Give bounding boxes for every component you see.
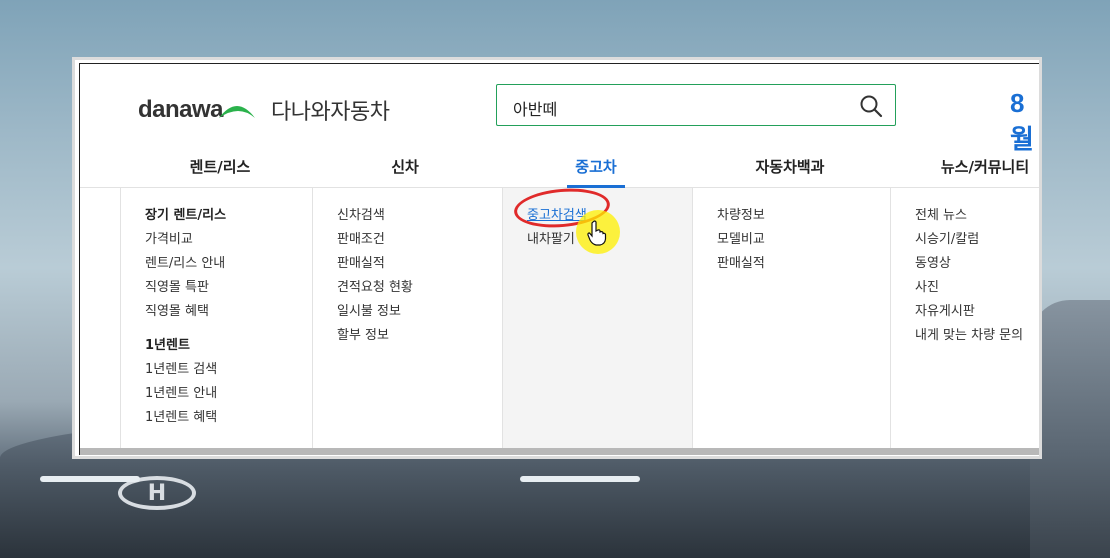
menu-column-encyclopedia: 차량정보 모델비교 판매실적 xyxy=(692,188,890,448)
menu-link[interactable]: 전체 뉴스 xyxy=(915,204,1039,228)
search-input[interactable]: 아반떼 xyxy=(513,96,557,120)
menu-link[interactable]: 렌트/리스 안내 xyxy=(145,252,312,276)
menu-column-rent: 장기 렌트/리스 가격비교 렌트/리스 안내 직영몰 특판 직영몰 혜택 1년렌… xyxy=(120,188,312,448)
menu-link[interactable]: 자유게시판 xyxy=(915,300,1039,324)
menu-link[interactable]: 판매실적 xyxy=(337,252,502,276)
menu-heading[interactable]: 1년렌트 xyxy=(145,334,312,358)
nav-item-car-encyclopedia[interactable]: 자동차백과 xyxy=(740,156,840,177)
menu-link[interactable]: 1년렌트 안내 xyxy=(145,382,312,406)
menu-link[interactable]: 판매조건 xyxy=(337,228,502,252)
logo-swoosh-icon xyxy=(219,106,256,118)
menu-link[interactable]: 1년렌트 혜택 xyxy=(145,406,312,430)
menu-link[interactable]: 시승기/칼럼 xyxy=(915,228,1039,252)
menu-link[interactable]: 판매실적 xyxy=(717,252,890,276)
menu-link[interactable]: 1년렌트 검색 xyxy=(145,358,312,382)
nav-item-used-car[interactable]: 중고차 xyxy=(560,156,632,177)
menu-column-news: 전체 뉴스 시승기/칼럼 동영상 사진 자유게시판 내게 맞는 차량 문의 xyxy=(890,188,1039,448)
menu-spacer xyxy=(145,324,312,334)
search-box[interactable]: 아반떼 xyxy=(496,84,896,126)
main-navigation: 렌트/리스 신차 중고차 자동차백과 뉴스/커뮤니티 xyxy=(80,146,1039,188)
menu-link[interactable]: 내게 맞는 차량 문의 xyxy=(915,324,1039,348)
menu-link[interactable]: 가격비교 xyxy=(145,228,312,252)
search-icon[interactable] xyxy=(859,94,883,118)
headlight-strip xyxy=(520,476,640,482)
menu-link[interactable]: 직영몰 특판 xyxy=(145,276,312,300)
menu-link[interactable]: 신차검색 xyxy=(337,204,502,228)
danawa-page: danawa 다나와자동차 아반떼 8월 렌트/리스 신차 중고차 자동차백과 … xyxy=(79,63,1039,455)
nav-item-new-car[interactable]: 신차 xyxy=(375,156,435,177)
menu-link[interactable]: 모델비교 xyxy=(717,228,890,252)
logo-word: danawa xyxy=(138,96,224,123)
menu-link[interactable]: 직영몰 혜택 xyxy=(145,300,312,324)
menu-link[interactable]: 할부 정보 xyxy=(337,324,502,348)
menu-link[interactable]: 동영상 xyxy=(915,252,1039,276)
menu-link[interactable]: 견적요청 현황 xyxy=(337,276,502,300)
menu-heading[interactable]: 장기 렌트/리스 xyxy=(145,204,312,228)
logo-subtitle: 다나와자동차 xyxy=(271,100,390,125)
menu-link[interactable]: 사진 xyxy=(915,276,1039,300)
menu-link[interactable]: 일시불 정보 xyxy=(337,300,502,324)
screenshot-window: danawa 다나와자동차 아반떼 8월 렌트/리스 신차 중고차 자동차백과 … xyxy=(72,57,1042,459)
menu-column-new-car: 신차검색 판매조건 판매실적 견적요청 현황 일시불 정보 할부 정보 xyxy=(312,188,502,448)
menu-link[interactable]: 차량정보 xyxy=(717,204,890,228)
nav-item-news-community[interactable]: 뉴스/커뮤니티 xyxy=(930,156,1039,177)
nav-item-rent-lease[interactable]: 렌트/리스 xyxy=(180,156,260,177)
site-logo[interactable]: danawa 다나와자동차 xyxy=(138,94,390,126)
hand-pointer-icon xyxy=(587,220,607,246)
headlight-strip xyxy=(40,476,140,482)
page-bottom-strip xyxy=(80,448,1039,455)
background-car-side xyxy=(1030,300,1110,558)
